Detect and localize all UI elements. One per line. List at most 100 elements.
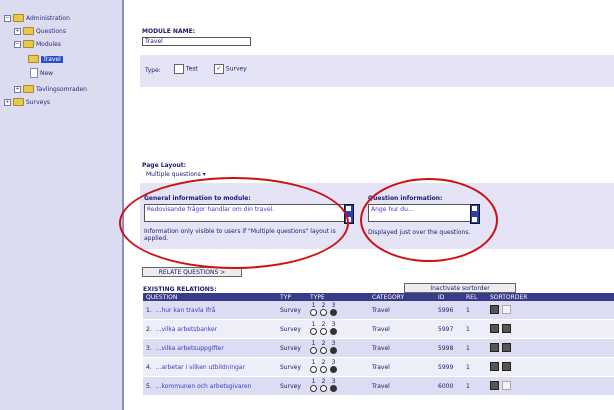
type-radio[interactable] <box>320 365 327 373</box>
type-option: 3 <box>330 340 337 356</box>
type-radio[interactable] <box>330 346 337 354</box>
tree-item-surveys[interactable]: + Surveys <box>4 98 50 106</box>
type-radio[interactable] <box>310 327 317 335</box>
type-option: 3 <box>330 378 337 394</box>
column-header: CATEGORY <box>369 293 435 301</box>
expand-icon[interactable]: + <box>14 85 21 93</box>
move-down-icon[interactable] <box>502 323 511 333</box>
type-option-label: 1 <box>311 320 316 328</box>
test-checkbox[interactable] <box>174 64 184 74</box>
column-header: TYPE <box>307 293 369 301</box>
chevron-down-icon: ▾ <box>202 171 206 178</box>
expand-icon[interactable]: + <box>4 98 11 106</box>
question-link[interactable]: ...hur kan travla ifrå <box>156 307 216 314</box>
row-number: 2. <box>146 325 152 333</box>
survey-checkbox[interactable]: ✓ <box>214 64 224 74</box>
category-cell: Travel <box>369 338 435 358</box>
type-option-label: 3 <box>331 301 336 309</box>
tree-item-tavlingsomraden[interactable]: + Tavlingsomraden <box>14 85 87 93</box>
type-radio[interactable] <box>310 346 317 354</box>
page-layout-label: Page Layout: <box>142 162 186 169</box>
collapse-icon[interactable]: − <box>4 14 11 22</box>
type-option-label: 1 <box>311 339 316 347</box>
type-radio[interactable] <box>330 384 337 392</box>
type-radio[interactable] <box>310 308 317 316</box>
inactivate-sortorder-button[interactable]: Inactivate sortorder <box>404 283 516 293</box>
tree-item-administration[interactable]: − Administration <box>4 14 70 22</box>
types-label: Type: <box>145 67 161 74</box>
move-down-icon[interactable] <box>502 304 511 314</box>
question-link[interactable]: ...kommunen och arbetsgivaren <box>156 383 252 390</box>
type-radio[interactable] <box>310 365 317 373</box>
module-name-input[interactable]: Travel <box>142 37 251 46</box>
existing-relations-title: EXISTING RELATIONS: <box>143 286 217 293</box>
type-radio[interactable] <box>320 346 327 354</box>
column-header: REL <box>463 293 487 301</box>
folder-icon <box>23 27 34 35</box>
tree-item-questions[interactable]: + Questions <box>14 27 66 35</box>
type-option-label: 1 <box>311 377 316 385</box>
move-down-icon[interactable] <box>502 380 511 390</box>
question-cell: 1. ...hur kan travla ifrå <box>143 301 277 320</box>
tree-item-modules[interactable]: − Modules <box>14 40 61 48</box>
move-up-icon[interactable] <box>490 304 499 314</box>
question-cell: 5. ...kommunen och arbetsgivaren <box>143 376 277 396</box>
table-header-row: QUESTION TYP TYPE CATEGORY ID REL SORTOR… <box>143 293 614 301</box>
question-link[interactable]: ...vilka arbetsuppgifter <box>156 345 224 352</box>
folder-icon <box>28 55 39 63</box>
move-up-icon[interactable] <box>490 342 499 352</box>
type-radio-cell: 123 <box>307 338 369 358</box>
type-option-label: 2 <box>321 377 326 385</box>
type-option-label: 2 <box>321 301 326 309</box>
tree-item-new[interactable]: New <box>30 68 53 78</box>
relations-table-body: 1. ...hur kan travla ifrå Survey 1 2 3 Travel 5… <box>143 301 614 396</box>
type-option: 3 <box>330 321 337 337</box>
type-option-label: 1 <box>311 358 316 366</box>
question-link[interactable]: ...vilka arbetsbanker <box>156 326 217 333</box>
folder-icon <box>23 85 34 93</box>
type-survey-option[interactable]: ✓ Survey <box>214 64 247 74</box>
type-option: 1 <box>310 358 317 375</box>
table-row: 3. ...vilka arbetsuppgifter Survey 1 2 3 Trave… <box>143 338 614 358</box>
move-up-icon[interactable] <box>490 361 499 371</box>
move-down-icon[interactable] <box>502 342 511 352</box>
move-down-icon[interactable] <box>502 361 511 371</box>
sortorder-cell <box>487 376 614 396</box>
type-option: 3 <box>330 301 337 318</box>
module-name-label: MODULE NAME: <box>142 28 196 35</box>
collapse-icon[interactable]: − <box>14 40 21 48</box>
page-layout-select[interactable]: Multiple questions ▾ <box>146 171 206 178</box>
type-radio-group: 123 <box>310 339 366 356</box>
typ-cell: Survey <box>277 319 307 339</box>
scroll-up-icon[interactable] <box>346 206 351 211</box>
type-option-label: 2 <box>321 320 326 328</box>
row-number: 4. <box>146 363 152 371</box>
type-radio[interactable] <box>320 308 327 316</box>
type-radio[interactable] <box>330 327 337 335</box>
category-cell: Travel <box>369 319 435 339</box>
move-up-icon[interactable] <box>490 323 499 333</box>
table-row: 2. ...vilka arbetsbanker Survey 1 2 3 Travel 59… <box>143 319 614 339</box>
column-header: QUESTION <box>143 293 277 301</box>
question-cell: 2. ...vilka arbetsbanker <box>143 319 277 339</box>
tree-item-travel[interactable]: Travel <box>28 55 63 63</box>
type-radio[interactable] <box>330 365 337 373</box>
type-test-option[interactable]: Test <box>174 64 198 74</box>
typ-cell: Survey <box>277 357 307 377</box>
type-option: 1 <box>310 339 317 356</box>
expand-icon[interactable]: + <box>14 27 21 35</box>
folder-icon <box>13 14 24 22</box>
question-link[interactable]: ...arbetar i vilken utbildningar <box>156 364 245 371</box>
main-content: MODULE NAME: Travel Type: Test ✓ Survey … <box>119 0 614 410</box>
rel-cell: 1 <box>463 376 487 396</box>
column-header: TYP <box>277 293 307 301</box>
type-radio[interactable] <box>320 327 327 335</box>
column-header: SORTORDER <box>487 293 614 301</box>
type-radio[interactable] <box>320 384 327 392</box>
type-radio[interactable] <box>310 384 317 392</box>
id-cell: 5998 <box>435 338 463 358</box>
table-row: 5. ...kommunen och arbetsgivaren Survey 1 2 3… <box>143 376 614 396</box>
type-radio[interactable] <box>330 308 337 316</box>
sortorder-cell <box>487 338 614 358</box>
move-up-icon[interactable] <box>490 380 499 390</box>
